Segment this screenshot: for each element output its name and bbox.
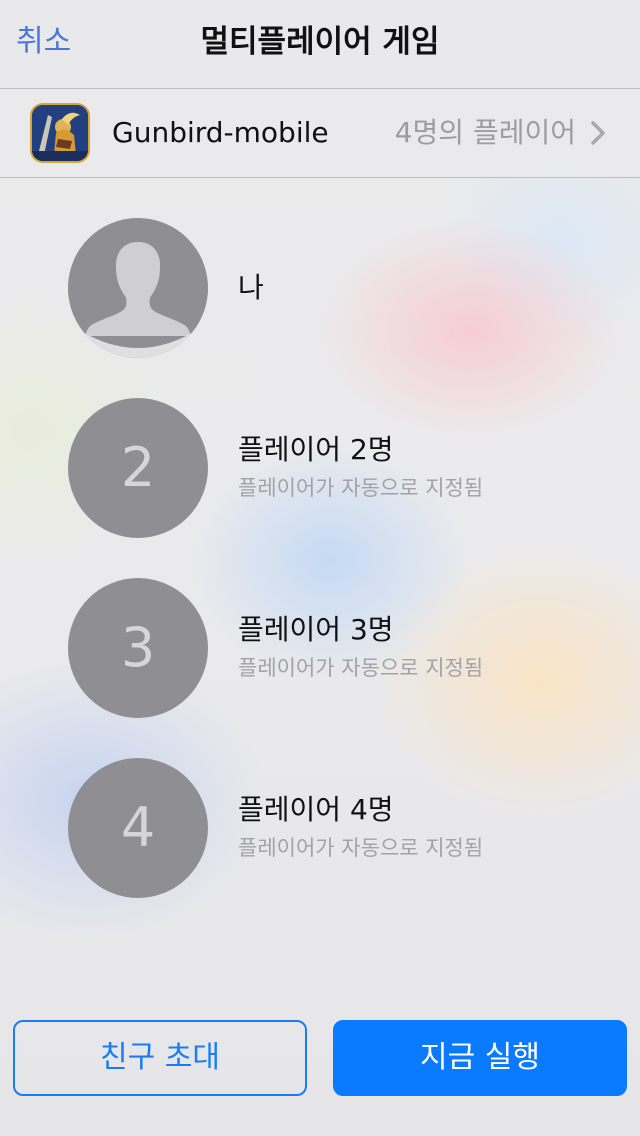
player-slot-me[interactable]: 나: [68, 218, 608, 358]
player-slot-2[interactable]: 2 플레이어 2명 플레이어가 자동으로 지정됨: [68, 398, 608, 538]
game-selector-row[interactable]: Gunbird-mobile 4명의 플레이어: [0, 89, 640, 178]
player-number: 3: [120, 616, 156, 679]
chevron-right-icon: [591, 121, 605, 145]
player-title: 플레이어 4명: [238, 793, 394, 826]
player-number-avatar: 2: [68, 398, 208, 538]
player-title: 플레이어 2명: [238, 433, 394, 466]
player-count-label: 4명의 플레이어: [394, 116, 576, 149]
player-slot-3[interactable]: 3 플레이어 3명 플레이어가 자동으로 지정됨: [68, 578, 608, 718]
game-name: Gunbird-mobile: [112, 116, 329, 149]
player-number: 4: [120, 796, 156, 859]
page-title: 멀티플레이어 게임: [200, 24, 440, 60]
play-now-button[interactable]: 지금 실행: [333, 1020, 627, 1096]
player-subtitle: 플레이어가 자동으로 지정됨: [238, 836, 484, 860]
person-silhouette-icon: [68, 218, 208, 358]
navigation-bar: 취소 멀티플레이어 게임: [0, 0, 640, 89]
player-slot-4[interactable]: 4 플레이어 4명 플레이어가 자동으로 지정됨: [68, 758, 608, 898]
player-title: 플레이어 3명: [238, 613, 394, 646]
player-number: 2: [120, 436, 156, 499]
player-number-avatar: 3: [68, 578, 208, 718]
player-name: 나: [238, 271, 264, 304]
player-subtitle: 플레이어가 자동으로 지정됨: [238, 656, 484, 680]
player-subtitle: 플레이어가 자동으로 지정됨: [238, 476, 484, 500]
gunbird-app-icon: [30, 103, 90, 163]
player-number-avatar: 4: [68, 758, 208, 898]
invite-friends-button[interactable]: 친구 초대: [13, 1020, 307, 1096]
